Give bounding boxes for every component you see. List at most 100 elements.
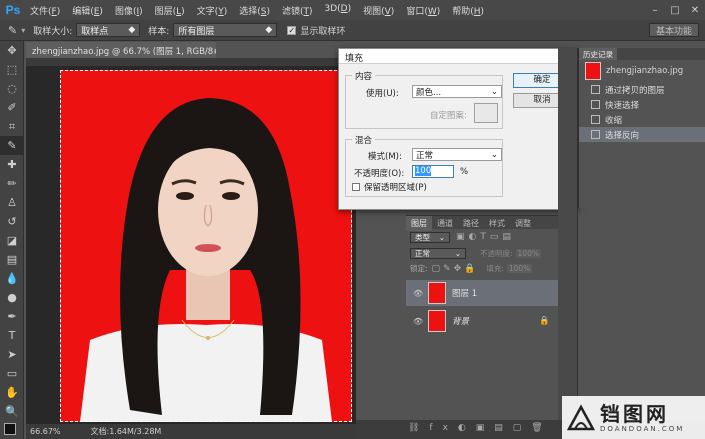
pattern-picker[interactable] <box>474 103 498 123</box>
layer-name: 背景 <box>452 317 470 327</box>
blend-mode-select[interactable]: 正常 ⌄ <box>410 247 466 259</box>
eyedropper-tool-icon[interactable]: ✎ <box>0 136 24 155</box>
chevron-down-icon[interactable]: ▾ <box>21 26 25 35</box>
menu-item[interactable]: 图像(I) <box>109 4 149 17</box>
menu-item[interactable]: 文件(F) <box>24 4 66 17</box>
history-step-icon <box>591 85 600 94</box>
minimize-icon[interactable]: – <box>645 5 665 16</box>
history-item-label: 通过拷贝的图层 <box>605 85 665 96</box>
type-tool-icon[interactable]: T <box>0 326 24 345</box>
filter-kind-select[interactable]: 类型 ⌄ <box>410 231 450 243</box>
tab-layers-panel[interactable]: 路径 <box>458 216 484 231</box>
fill-value[interactable]: 100% <box>506 264 533 273</box>
lock-label: 锁定: <box>410 264 428 273</box>
toolbox: ✥ ⬚ ◌ ✐ ⌗ ✎ ✚ ✏ ♙ ↺ ◪ ▤ 💧 ● ✒ T ➤ ▭ ✋ 🔍 <box>0 41 24 439</box>
use-select[interactable]: 颜色... ⌄ <box>412 85 502 98</box>
filter-icons[interactable]: ▣◐T▭▤ <box>456 232 515 242</box>
layer-row[interactable]: 👁 图层 1 <box>406 280 558 306</box>
lasso-tool-icon[interactable]: ◌ <box>0 79 24 98</box>
quick-select-tool-icon[interactable]: ✐ <box>0 98 24 117</box>
gradient-tool-icon[interactable]: ▤ <box>0 250 24 269</box>
tab-layers-panel[interactable]: 通道 <box>432 216 458 231</box>
fill-label: 填充: <box>486 264 504 273</box>
dialog-title: 填充 <box>345 54 364 64</box>
document-info[interactable]: 文档:1.64M/3.28M <box>91 426 162 437</box>
menu-item[interactable]: 选择(S) <box>233 4 276 17</box>
menu-item[interactable]: 编辑(E) <box>66 4 109 17</box>
tab-history[interactable]: 历史记录 <box>579 48 617 60</box>
hand-tool-icon[interactable]: ✋ <box>0 383 24 402</box>
menu-item[interactable]: 视图(V) <box>357 4 400 17</box>
layers-panel: 图层 通道 路径 样式 调整 类型 ⌄ ▣◐T▭▤ 正常 ⌄ 不透明度: 100% 锁定: … <box>406 215 558 420</box>
select-arrow-icon: ◆ <box>265 25 273 35</box>
history-item[interactable]: 选择反向 <box>579 127 705 142</box>
maximize-icon[interactable]: □ <box>665 5 685 16</box>
layer-action-icons[interactable]: ⛓fx◐▣▤▢🗑 <box>408 423 553 433</box>
tab-layers-panel[interactable]: 调整 <box>510 216 536 231</box>
close-icon[interactable]: ✕ <box>685 5 705 16</box>
lock-icons[interactable]: ▢✎✥🔒 <box>432 264 479 274</box>
sample-value: 所有图层 <box>178 26 215 37</box>
sample-label: 样本: <box>148 26 170 37</box>
zoom-tool-icon[interactable]: 🔍 <box>0 402 24 421</box>
mode-select[interactable]: 正常 ⌄ <box>412 148 502 161</box>
menu-item[interactable]: 3D(D) <box>318 4 357 17</box>
visibility-eye-icon[interactable]: 👁 <box>413 317 423 326</box>
foreground-color[interactable] <box>4 423 16 435</box>
move-tool-icon[interactable]: ✥ <box>0 41 24 60</box>
blending-group: 混合 模式(M): 正常 ⌄ 不透明度(O): 100 % 保留透明区域(P) <box>345 134 503 197</box>
stamp-tool-icon[interactable]: ♙ <box>0 193 24 212</box>
lock-row: 锁定: ▢✎✥🔒 填充: 100% <box>406 261 558 276</box>
tab-layers-panel[interactable]: 图层 <box>406 216 432 231</box>
marquee-tool-icon[interactable]: ⬚ <box>0 60 24 79</box>
blur-tool-icon[interactable]: 💧 <box>0 269 24 288</box>
contents-group: 内容 使用(U): 颜色... ⌄ 自定图案: <box>345 70 503 129</box>
menu-item[interactable]: 图层(L) <box>149 4 191 17</box>
preserve-transparency-checkbox[interactable] <box>352 183 360 191</box>
menu-item[interactable]: 帮助(H) <box>446 4 490 17</box>
horizontal-ruler <box>26 58 356 66</box>
history-item[interactable]: 收缩 <box>579 112 705 127</box>
layer-thumbnail <box>428 310 446 332</box>
workspace-button[interactable]: 基本功能 <box>648 23 699 37</box>
eyedropper-icon[interactable]: ✎ <box>8 24 17 37</box>
healing-tool-icon[interactable]: ✚ <box>0 155 24 174</box>
layer-row[interactable]: 👁 背景 🔒 <box>406 308 558 334</box>
layer-opacity-value[interactable]: 100% <box>515 248 541 258</box>
dodge-tool-icon[interactable]: ● <box>0 288 24 307</box>
document-image[interactable] <box>60 70 352 422</box>
history-item[interactable]: 通过拷贝的图层 <box>579 82 705 97</box>
sample-size-select[interactable]: 取样点 ◆ <box>76 23 141 37</box>
history-item[interactable]: 快速选择 <box>579 97 705 112</box>
snapshot-name: zhengjianzhao.jpg <box>606 66 684 76</box>
document-tab[interactable]: zhengjianzhao.jpg @ 66.7% (图层 1, RGB/8#)… <box>26 42 216 58</box>
menu-item[interactable]: 窗口(W) <box>400 4 446 17</box>
pen-tool-icon[interactable]: ✒ <box>0 307 24 326</box>
history-step-icon <box>591 130 600 139</box>
chevron-down-icon: ⌄ <box>490 86 498 97</box>
history-snapshot[interactable]: zhengjianzhao.jpg <box>579 60 705 82</box>
path-select-icon[interactable]: ➤ <box>0 345 24 364</box>
color-swatches[interactable] <box>0 421 23 439</box>
brush-tool-icon[interactable]: ✏ <box>0 174 24 193</box>
menu-items: 文件(F) 编辑(E) 图像(I) 图层(L) 文字(Y) 选择(S) 滤镜(T) 3D(D)… <box>24 4 490 17</box>
panel-icon-strip <box>558 48 578 420</box>
show-ring-checkbox[interactable]: ✓ <box>287 25 297 35</box>
shape-tool-icon[interactable]: ▭ <box>0 364 24 383</box>
menu-item[interactable]: 文字(Y) <box>191 4 234 17</box>
filter-kind-value: 类型 <box>415 232 430 242</box>
history-brush-icon[interactable]: ↺ <box>0 212 24 231</box>
preserve-transparency-label: 保留透明区域(P) <box>364 183 427 193</box>
eraser-tool-icon[interactable]: ◪ <box>0 231 24 250</box>
history-item-label: 快速选择 <box>605 100 640 111</box>
history-panel: 历史记录 zhengjianzhao.jpg 通过拷贝的图层 快速选择 收缩 选择反向 <box>578 48 705 208</box>
tab-layers-panel[interactable]: 样式 <box>484 216 510 231</box>
sample-select[interactable]: 所有图层 ◆ <box>173 23 278 37</box>
menu-item[interactable]: 滤镜(T) <box>276 4 319 17</box>
opacity-input[interactable]: 100 <box>412 165 454 178</box>
zoom-level[interactable]: 66.67% <box>30 427 61 436</box>
layer-opacity-label: 不透明度: <box>480 248 513 258</box>
watermark-text: 铛图网 DOANDOAN.COM <box>600 403 684 433</box>
crop-tool-icon[interactable]: ⌗ <box>0 117 24 136</box>
visibility-eye-icon[interactable]: 👁 <box>413 289 423 298</box>
